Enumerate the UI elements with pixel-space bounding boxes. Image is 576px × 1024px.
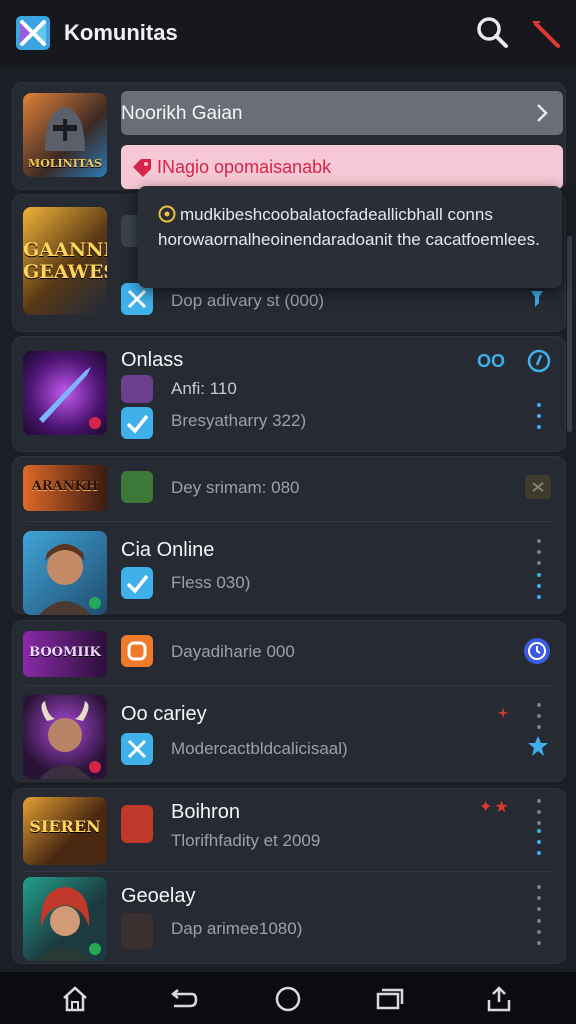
more-options-icon[interactable]	[536, 885, 542, 911]
dismiss-icon[interactable]	[525, 475, 551, 499]
divider	[25, 685, 553, 686]
tooltip-text: mudkibeshcoobalatocfadeallicbhall conns …	[158, 205, 540, 249]
community-banner[interactable]: Noorikh Gaian	[121, 91, 563, 135]
avatar	[121, 805, 153, 843]
search-icon[interactable]	[474, 14, 510, 50]
thumbnail-label: MOLINITAS	[28, 157, 102, 170]
red-hair-hero-icon	[39, 887, 101, 961]
game-thumbnail	[23, 695, 107, 779]
avatar	[121, 375, 153, 403]
info-icon[interactable]	[527, 349, 551, 373]
card-title: Boihron	[171, 801, 240, 823]
card-title: Geoelay	[121, 885, 196, 907]
divider	[25, 521, 553, 522]
alert-text: INagio opomaisanabk	[157, 157, 332, 177]
more-options-icon[interactable]	[536, 539, 542, 565]
system-nav-bar	[0, 972, 576, 1024]
thumbnail-label: GAANNI GEAWES	[23, 239, 107, 283]
top-app-bar: Komunitas	[0, 0, 576, 68]
card-title: Oo cariey	[121, 703, 207, 725]
pin-icon[interactable]	[527, 287, 547, 309]
tag-icon	[133, 159, 151, 177]
thumbnail-label: SIEREN	[29, 817, 101, 836]
scrollbar[interactable]	[567, 236, 572, 432]
more-options-icon[interactable]	[536, 573, 542, 599]
share-icon[interactable]	[484, 984, 514, 1014]
card-subtitle: Fless 030)	[171, 573, 251, 592]
horned-warrior-icon	[39, 701, 101, 779]
game-thumbnail: GAANNI GEAWES	[23, 207, 107, 315]
checkbox-icon[interactable]	[121, 407, 153, 439]
card-subtitle: Bresyatharry 322)	[171, 411, 307, 430]
card-title: Onlass	[121, 349, 184, 371]
thumbnail-label: BOOMIIK	[29, 645, 101, 660]
chevron-right-icon	[537, 104, 548, 122]
spark-icon	[497, 707, 509, 719]
banner-title: Noorikh Gaian	[121, 103, 243, 124]
thumbnail-label: ARANKH	[31, 479, 99, 494]
card-subtitle: Modercactbldcalicisaal)	[171, 739, 348, 758]
more-options-icon[interactable]	[536, 829, 542, 855]
banner-card[interactable]: MOLINITAS Noorikh Gaian INagio opomaisan…	[12, 82, 566, 190]
app-title: Komunitas	[64, 20, 178, 45]
avatar	[121, 913, 153, 949]
magic-wand-icon[interactable]	[530, 16, 562, 50]
home-icon[interactable]	[60, 984, 90, 1014]
badge-star-icon[interactable]	[527, 735, 549, 757]
checkbox-icon[interactable]	[121, 567, 153, 599]
sword-icon	[39, 367, 101, 429]
card-subtitle: Dayadiharie 000	[171, 642, 295, 661]
more-options-icon[interactable]	[536, 799, 542, 825]
more-options-icon[interactable]	[536, 703, 542, 729]
card-title: Cia Online	[121, 539, 215, 561]
tools-icon	[121, 733, 153, 765]
more-options-icon[interactable]	[536, 919, 542, 945]
rating-stars: ✦★	[479, 799, 511, 816]
clock-icon[interactable]	[523, 637, 551, 665]
community-card[interactable]: ARANKH Dey srimam: 080 Cia Online Fless …	[12, 456, 566, 615]
community-card[interactable]: BOOMIIK Dayadiharie 000 Oo cariey Moderc…	[12, 620, 566, 782]
game-thumbnail	[23, 531, 107, 615]
game-thumbnail: SIEREN	[23, 797, 107, 865]
community-card[interactable]: SIEREN Boihron Tlorifhfadity et 2009 ✦★ …	[12, 788, 566, 964]
card-meta: Anfi: 110	[171, 379, 237, 398]
card-subtitle: Tlorifhfadity et 2009	[171, 831, 321, 850]
character-portrait-icon	[39, 544, 101, 615]
game-thumbnail	[23, 351, 107, 435]
card-subtitle: Dop adivary st (000)	[171, 291, 325, 310]
home-circle-icon[interactable]	[273, 984, 303, 1014]
game-thumbnail	[23, 877, 107, 961]
card-subtitle: Dey srimam: 080	[171, 478, 300, 497]
community-card[interactable]: Onlass Anfi: 110 Bresyatharry 322) OO	[12, 336, 566, 452]
divider	[25, 871, 553, 872]
avatar	[121, 471, 153, 503]
app-icon	[121, 635, 153, 667]
card-subtitle: Dap arimee1080)	[171, 919, 303, 938]
recents-icon[interactable]	[374, 984, 404, 1014]
alert-banner[interactable]: INagio opomaisanabk	[121, 145, 563, 189]
back-icon[interactable]	[168, 984, 198, 1014]
app-logo-icon	[16, 16, 50, 50]
game-thumbnail: MOLINITAS	[23, 93, 107, 177]
game-thumbnail: BOOMIIK	[23, 631, 107, 677]
more-options-icon[interactable]	[536, 403, 542, 429]
status-badge: OO	[477, 351, 506, 371]
info-tooltip: mudkibeshcoobalatocfadeallicbhall conns …	[138, 186, 562, 288]
game-thumbnail: ARANKH	[23, 465, 107, 511]
